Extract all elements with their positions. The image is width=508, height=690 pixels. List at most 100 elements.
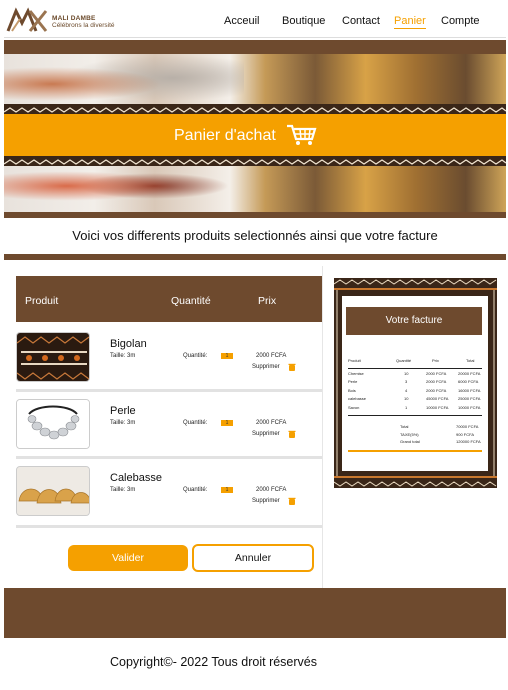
nav-acceuil[interactable]: Acceuil xyxy=(224,15,259,27)
invoice-row: calebasse 10 45000 FCFA 25000 FCFA xyxy=(348,396,482,404)
invoice-row: Bois 4 2000 FCFA 16000 FCFA xyxy=(348,388,482,396)
tax-label: TAXE(5%) xyxy=(400,431,419,437)
invoice-cell: 25000 FCFA xyxy=(458,396,481,402)
invoice-cell: 16000 FCFA xyxy=(458,387,481,393)
tax-value: 900 FCFA xyxy=(456,431,475,437)
quantity-input[interactable]: 1 xyxy=(221,420,233,426)
invoice-cell: 10000 FCFA xyxy=(426,404,449,410)
invoice-cell: 3 xyxy=(405,379,408,385)
copyright-text: Copyright©- 2022 Tous droit réservés xyxy=(110,655,317,669)
trash-icon[interactable] xyxy=(288,497,296,505)
grand-total-value: 120000 FCFA xyxy=(456,439,481,444)
invoice-columns: Produit Quantité Prix Total xyxy=(348,358,482,366)
remove-link[interactable]: Supprimer xyxy=(252,498,280,504)
brand-name: MALI DAMBE xyxy=(52,15,96,22)
trash-icon[interactable] xyxy=(288,430,296,438)
invoice-totals: Total 70000 FCFA TAXE(5%) 900 FCFA Grand… xyxy=(348,424,482,447)
invoice-cell: 6000 FCFA xyxy=(458,379,479,385)
product-row: Perle Taille: 3m Quantité: 1 2000 FCFA S… xyxy=(16,397,323,457)
total-label: Total xyxy=(400,424,409,429)
product-size: Taille: 3m xyxy=(110,420,136,426)
grand-total-label: Grand total xyxy=(400,439,420,444)
product-price: 2000 FCFA xyxy=(256,420,287,426)
banner-title: Panier d'achat xyxy=(174,127,276,144)
tribal-pattern-top xyxy=(4,104,506,114)
invoice-row: Savon 1 10000 FCFA 10000 FCFA xyxy=(348,405,482,413)
invoice-row: Perle 3 2000 FCFA 6000 FCFA xyxy=(348,379,482,387)
col-quantity: Quantité xyxy=(171,295,211,307)
quantity-input[interactable]: 1 xyxy=(221,487,233,493)
invoice-col-total: Total xyxy=(466,358,475,363)
page: MALI DAMBE Célébrons la diversité Acceui… xyxy=(4,4,506,686)
invoice-cell: 2000 FCFA xyxy=(426,371,447,376)
product-size: Taille: 3m xyxy=(110,353,136,359)
invoice-cell: 2000 FCFA xyxy=(426,379,447,385)
invoice-cell: 2000 FCFA xyxy=(426,387,447,393)
row-divider xyxy=(16,525,323,528)
validate-button[interactable]: Valider xyxy=(68,545,188,571)
remove-link[interactable]: Supprimer xyxy=(252,431,280,437)
invoice-cell: Savon xyxy=(348,404,360,410)
invoice-col-quantity: Quantité xyxy=(396,358,412,363)
quantity-label: Quantité: xyxy=(183,420,208,426)
trash-icon[interactable] xyxy=(288,363,296,371)
shopping-cart-icon xyxy=(287,124,317,145)
invoice-rule xyxy=(348,368,482,369)
product-name: Calebasse xyxy=(110,472,162,484)
invoice-col-product: Produit xyxy=(348,358,361,363)
page-subtitle: Voici vos differents produits selectionn… xyxy=(72,228,438,243)
invoice-title: Votre facture xyxy=(346,307,482,335)
invoice-cell: 20000 FCFA xyxy=(458,371,481,376)
invoice-cell: calebasse xyxy=(348,396,367,402)
invoice-cell: 10000 FCFA xyxy=(458,404,481,410)
product-size: Taille: 3m xyxy=(110,487,136,493)
product-name: Perle xyxy=(110,405,136,417)
invoice-cell: Bois xyxy=(348,387,356,393)
invoice-cell: 10 xyxy=(404,371,409,376)
invoice-total-row: Total 70000 FCFA xyxy=(348,424,482,432)
brand: MALI DAMBE Célébrons la diversité xyxy=(52,15,115,29)
quantity-input[interactable]: 1 xyxy=(221,353,233,359)
hero-bottom-band xyxy=(4,212,506,218)
quantity-label: Quantité: xyxy=(183,487,208,493)
column-divider xyxy=(322,266,323,588)
invoice-grand-row: Grand total 120000 FCFA xyxy=(348,439,482,447)
invoice-rule xyxy=(348,414,482,416)
product-row: Bigolan Taille: 3m Quantité: 1 2000 FCFA… xyxy=(16,330,323,390)
hero-banner-image: Panier d'achat xyxy=(4,54,506,212)
product-image-bigolan xyxy=(16,332,90,382)
nav-compte[interactable]: Compte xyxy=(441,15,480,27)
invoice-cell: 10 xyxy=(404,396,409,402)
invoice-row: Chemise 10 2000 FCFA 20000 FCFA xyxy=(348,371,482,379)
product-row: Calebasse Taille: 3m Quantité: 1 2000 FC… xyxy=(16,464,323,524)
row-divider xyxy=(16,456,323,459)
brand-tagline: Célébrons la diversité xyxy=(52,22,115,29)
remove-link[interactable]: Supprimer xyxy=(252,364,280,370)
col-product: Produit xyxy=(25,295,59,307)
product-price: 2000 FCFA xyxy=(256,353,287,359)
cart-title-banner: Panier d'achat xyxy=(4,114,506,156)
product-table-header: Produit Quantité Prix xyxy=(16,276,323,322)
invoice-col-price: Prix xyxy=(432,358,439,363)
mali-dambe-logo[interactable] xyxy=(6,7,50,35)
invoice-tax-row: TAXE(5%) 900 FCFA xyxy=(348,432,482,440)
header: MALI DAMBE Célébrons la diversité Acceui… xyxy=(4,4,506,38)
product-price: 2000 FCFA xyxy=(256,487,287,493)
top-brown-band xyxy=(4,40,506,54)
quantity-label: Quantité: xyxy=(183,353,208,359)
invoice-cell: 1 xyxy=(405,404,408,410)
footer-band xyxy=(4,588,506,638)
invoice-table: Produit Quantité Prix Total Chemise 10 2… xyxy=(348,358,482,418)
invoice-cell: Chemise xyxy=(348,371,364,376)
nav-boutique[interactable]: Boutique xyxy=(282,15,325,27)
nav-panier[interactable]: Panier xyxy=(394,15,426,29)
product-name: Bigolan xyxy=(110,338,147,350)
cancel-button[interactable]: Annuler xyxy=(192,544,314,572)
invoice-cell: 4 xyxy=(405,387,408,393)
invoice-cell: Perle xyxy=(348,379,358,385)
col-price: Prix xyxy=(258,295,277,307)
product-image-calebasse xyxy=(16,466,90,516)
nav-contact[interactable]: Contact xyxy=(342,15,380,27)
invoice-accent-line xyxy=(348,450,482,452)
hero-fabric-bottom xyxy=(4,160,254,212)
